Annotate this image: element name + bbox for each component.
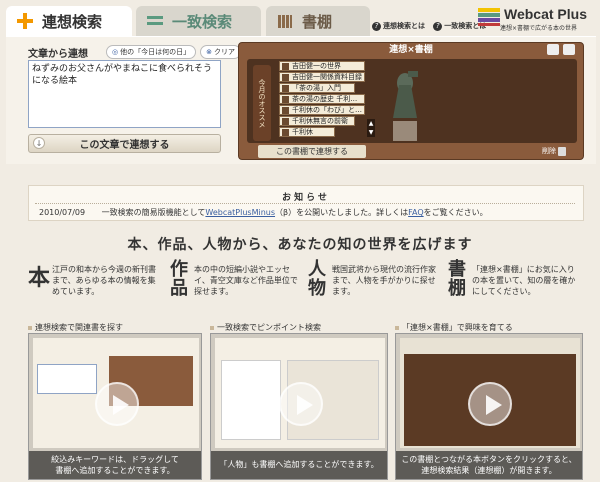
video-caption: 「人物」も書棚へ追加することができます。 (211, 451, 387, 479)
tab-label: 書棚 (302, 12, 333, 31)
video-frame-field (37, 364, 97, 394)
feature-book: 本 江戸の和本から今週の新刊書まで、あらゆる本の情報を集めています。 (28, 260, 158, 310)
bookshelf-title: 連想×書棚 (389, 45, 433, 55)
minus-link[interactable]: WebcatPlusMinus (205, 208, 275, 217)
expand-icon[interactable] (547, 44, 559, 55)
circle-arrow-icon: ◎ (112, 48, 119, 56)
news-row: 2010/07/09 一致検索の簡易版機能としてWebcatPlusMinus（… (39, 208, 488, 217)
divider (35, 203, 575, 204)
arrow-down-icon: ↓ (33, 137, 45, 149)
help-icon: ? (433, 21, 443, 31)
logo-subtitle: 連想×書棚で広がる本の世界 (500, 25, 578, 32)
shelf-assoc-button[interactable]: この書棚で連想する (258, 145, 366, 158)
clear-button[interactable]: ⊗ クリア (200, 45, 241, 59)
feature-kanji: 作品 (170, 259, 188, 299)
video-frame-list (221, 360, 281, 440)
feature-text: 江戸の和本から今週の新刊書まで、あらゆる本の情報を集めています。 (52, 265, 156, 296)
logo-title: Webcat Plus (504, 6, 587, 22)
faq-link[interactable]: FAQ (408, 208, 424, 217)
feature-person: 人物 戦国武将から現代の流行作家まで、人物を手がかりに探せます。 (308, 260, 448, 310)
video-heading: 「連想×書棚」で興味を育てる (395, 322, 513, 333)
search-chips: ◎ 他の「今日は何の日」 ⊗ クリア (106, 45, 241, 59)
tab-label: 連想検索 (42, 12, 103, 31)
book-item[interactable]: 千利休の「わび」と… (279, 105, 365, 115)
video-caption: この書棚とつながる本ボタンをクリックすると、 連想検索結果（連想棚）が開きます。 (396, 451, 582, 479)
book-item[interactable]: 吉田健一の世界 (279, 61, 365, 71)
trash-icon (558, 146, 566, 156)
about-assoc-link[interactable]: ? 連想検索とは (372, 21, 425, 31)
video-match[interactable]: 「人物」も書棚へ追加することができます。 (210, 333, 388, 480)
tab-match-search[interactable]: 一致検索 (136, 6, 261, 36)
book-item[interactable]: 千利休無言の前衛 (279, 116, 355, 126)
help-icon: ? (372, 21, 381, 31)
logo[interactable]: Webcat Plus 連想×書棚で広がる本の世界 (478, 6, 596, 34)
logo-icon (478, 8, 500, 26)
news-title: お知らせ (282, 193, 330, 203)
plus-icon (16, 12, 36, 30)
feature-text: 「連想×書棚」にお気に入りの本を置いて、知の層を確かにしてください。 (472, 265, 576, 296)
feature-text: 本の中の短編小説やエッセイ、青空文庫など作品単位で探せます。 (194, 265, 298, 296)
search-label: 文章から連想 (28, 49, 88, 60)
feature-work: 作品 本の中の短編小説やエッセイ、青空文庫など作品単位で探せます。 (170, 260, 310, 310)
video-shelf[interactable]: この書棚とつながる本ボタンをクリックすると、 連想検索結果（連想棚）が開きます。 (395, 333, 583, 480)
video-heading: 一致検索でピンポイント検索 (210, 322, 321, 333)
play-icon[interactable] (279, 382, 323, 426)
statue-icon (393, 71, 418, 141)
book-item[interactable]: 茶の湯の歴史 千利… (279, 94, 365, 104)
main-heading: 本、作品、人物から、あなたの知の世界を広げます (127, 237, 473, 253)
play-icon[interactable] (95, 382, 139, 426)
monthly-recommend-tab[interactable]: 今月のオススメ (253, 65, 271, 141)
tab-assoc-search[interactable]: 連想検索 (6, 6, 132, 36)
assoc-submit-button[interactable]: ↓ この文章で連想する (28, 134, 221, 153)
equals-icon (146, 12, 166, 30)
play-icon[interactable] (468, 382, 512, 426)
news-box: お知らせ 2010/07/09 一致検索の簡易版機能としてWebcatPlusM… (28, 185, 584, 221)
feature-kanji: 本 (28, 265, 51, 291)
video-heading: 連想検索で関連書を探す (28, 322, 123, 333)
search-textarea[interactable]: ねずみのお父さんがやまねこに食べられそうになる絵本 (28, 60, 221, 128)
bookshelf-panel: 連想×書棚 今月のオススメ 吉田健一の世界 吉田健一関係資料目録 「茶の湯」入門… (238, 42, 584, 160)
book-item[interactable]: 「茶の湯」入門 (279, 83, 355, 93)
feature-kanji: 書棚 (448, 259, 466, 299)
shelf-scroll-icon[interactable]: ▲ ▼ (367, 119, 375, 137)
feature-text: 戦国武将から現代の流行作家まで、人物を手がかりに探せます。 (332, 265, 436, 296)
tab-label: 一致検索 (172, 12, 233, 31)
today-chip[interactable]: ◎ 他の「今日は何の日」 (106, 45, 197, 59)
delete-button[interactable]: 削除 (542, 146, 566, 156)
save-icon[interactable] (563, 44, 575, 55)
clear-icon: ⊗ (206, 48, 212, 56)
book-item[interactable]: 吉田健一関係資料目録 (279, 72, 365, 82)
video-caption: 絞込みキーワードは、ドラッグして 書棚へ追加することができます。 (29, 451, 201, 479)
page-root: { "tabs": [ {"label": "連想検索"}, {"label":… (0, 0, 600, 482)
video-assoc[interactable]: 絞込みキーワードは、ドラッグして 書棚へ追加することができます。 (28, 333, 202, 480)
feature-kanji: 人物 (308, 259, 326, 299)
tab-bookshelf[interactable]: 書棚 (266, 6, 370, 36)
feature-shelf: 書棚 「連想×書棚」にお気に入りの本を置いて、知の層を確かにしてください。 (448, 260, 588, 310)
header-links: ? 連想検索とは ? 一致検索とは (372, 21, 492, 31)
book-item[interactable]: 千利休 (279, 127, 335, 137)
bookshelf-icon (276, 12, 296, 30)
